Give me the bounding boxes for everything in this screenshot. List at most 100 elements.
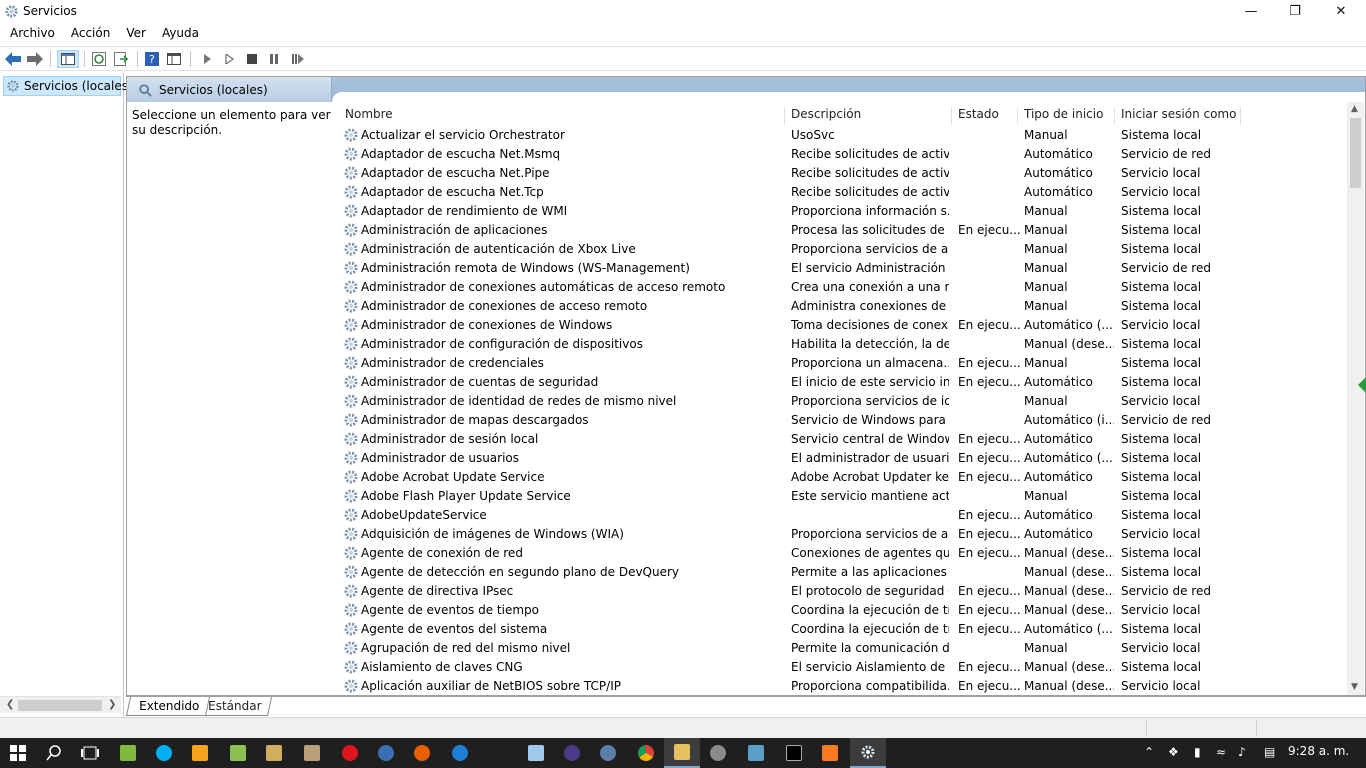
service-row[interactable]: Actualizar el servicio Orchestrator UsoSv… [339, 126, 1347, 145]
service-row[interactable]: Agente de conexión de red Conexiones de a… [339, 544, 1347, 563]
dropbox-icon[interactable]: ❖ [1168, 745, 1179, 759]
scroll-left-icon[interactable]: ❮ [6, 699, 14, 710]
skype-icon[interactable] [146, 738, 182, 768]
globe-icon[interactable] [368, 738, 404, 768]
service-row[interactable]: Administrador de identidad de redes de m… [339, 392, 1347, 411]
service-row[interactable]: AdobeUpdateService En ejecu... Automático S… [339, 506, 1347, 525]
xampp-icon[interactable] [812, 738, 848, 768]
service-row[interactable]: Adaptador de rendimiento de WMI Proporcio… [339, 202, 1347, 221]
column-nombre[interactable]: Nombre [339, 107, 785, 125]
minimize-button[interactable]: — [1228, 0, 1274, 23]
service-row[interactable]: Agente de detección en segundo plano de … [339, 563, 1347, 582]
forward-icon[interactable] [26, 50, 44, 68]
service-row[interactable]: Adquisición de imágenes de Windows (WIA)… [339, 525, 1347, 544]
scroll-thumb[interactable] [18, 700, 102, 711]
properties-icon[interactable] [165, 50, 183, 68]
service-row[interactable]: Aislamiento de claves CNG El servicio Ais… [339, 658, 1347, 677]
service-row[interactable]: Agente de eventos de tiempo Coordina la e… [339, 601, 1347, 620]
service-logon-as: Servicio de red [1121, 147, 1211, 161]
app-icon[interactable] [700, 738, 736, 768]
calculator-icon[interactable] [256, 738, 292, 768]
service-row[interactable]: Aplicación auxiliar de NetBIOS sobre TCP… [339, 677, 1347, 695]
export-list-icon[interactable] [112, 50, 130, 68]
service-row[interactable]: Administrador de credenciales Proporciona… [339, 354, 1347, 373]
column-estado[interactable]: Estado [952, 107, 1018, 125]
close-button[interactable]: ✕ [1318, 0, 1364, 23]
service-row[interactable]: Administrador de configuración de dispos… [339, 335, 1347, 354]
service-row[interactable]: Administrador de mapas descargados Servic… [339, 411, 1347, 430]
start-service-alt-icon[interactable] [220, 50, 238, 68]
chrome-icon[interactable] [628, 738, 664, 768]
service-row[interactable]: Administrador de conexiones automáticas … [339, 278, 1347, 297]
column-tipo-inicio[interactable]: Tipo de inicio [1018, 107, 1115, 125]
help-icon[interactable]: ? [143, 50, 161, 68]
service-logon-as: Sistema local [1121, 299, 1202, 313]
stop-service-icon[interactable] [243, 50, 261, 68]
service-row[interactable]: Administración remota de Windows (WS-Man… [339, 259, 1347, 278]
tree-item-servicios-locales[interactable]: Servicios (locales) [3, 76, 133, 96]
app2-icon[interactable] [738, 738, 774, 768]
service-row[interactable]: Administrador de conexiones de Windows To… [339, 316, 1347, 335]
menu-archivo[interactable]: Archivo [0, 23, 61, 44]
opera-icon[interactable] [332, 738, 368, 768]
list-vertical-scrollbar[interactable]: ▲ ▼ [1347, 102, 1364, 695]
search-icon[interactable] [36, 738, 72, 768]
notepad-icon[interactable] [294, 738, 330, 768]
service-row[interactable]: Agente de eventos del sistema Coordina la… [339, 620, 1347, 639]
vpn-icon[interactable] [590, 738, 626, 768]
volume-icon[interactable]: ♪ [1238, 745, 1246, 759]
menu-ver[interactable]: Ver [116, 23, 152, 44]
chevron-up-icon[interactable]: ⌃ [1144, 745, 1154, 759]
service-row[interactable]: Adobe Acrobat Update Service Adobe Acroba… [339, 468, 1347, 487]
scroll-up-icon[interactable]: ▲ [1351, 104, 1358, 114]
notes-icon[interactable] [518, 738, 554, 768]
clock[interactable]: 9:28 a. m. [1288, 744, 1349, 758]
service-row[interactable]: Administrador de cuentas de seguridad El … [339, 373, 1347, 392]
scroll-down-icon[interactable]: ▼ [1351, 682, 1358, 692]
file-manager-icon[interactable] [110, 738, 146, 768]
start-icon[interactable] [0, 738, 36, 768]
service-row[interactable]: Agrupación de red del mismo nivel Permite… [339, 639, 1347, 658]
menu-accion[interactable]: Acción [61, 23, 116, 44]
toolbar: ? [0, 46, 1366, 71]
tree-horizontal-scrollbar[interactable]: ❮ ❯ [0, 696, 121, 713]
service-name: Agrupación de red del mismo nivel [361, 641, 571, 655]
start-service-icon[interactable] [198, 50, 216, 68]
service-name: Agente de conexión de red [361, 546, 523, 560]
pause-service-icon[interactable] [265, 50, 283, 68]
task-view-icon[interactable] [72, 738, 108, 768]
scroll-thumb[interactable] [1350, 118, 1361, 188]
eclipse-icon[interactable] [554, 738, 590, 768]
service-row[interactable]: Administración de autenticación de Xbox … [339, 240, 1347, 259]
service-row[interactable]: Adaptador de escucha Net.Pipe Recibe soli… [339, 164, 1347, 183]
column-descripcion[interactable]: Descripción [785, 107, 952, 125]
notification-icon[interactable]: ▤ [1264, 745, 1275, 759]
restart-service-icon[interactable] [289, 50, 307, 68]
cmd-icon[interactable] [776, 738, 812, 768]
tab-estandar[interactable]: Estándar [195, 697, 273, 716]
android-icon[interactable] [220, 738, 256, 768]
service-row[interactable]: Adaptador de escucha Net.Tcp Recibe solic… [339, 183, 1347, 202]
service-row[interactable]: Adaptador de escucha Net.Msmq Recibe soli… [339, 145, 1347, 164]
service-row[interactable]: Adobe Flash Player Update Service Este se… [339, 487, 1347, 506]
refresh-icon[interactable] [90, 50, 108, 68]
column-iniciar-sesion[interactable]: Iniciar sesión como [1115, 107, 1241, 125]
media-player-icon[interactable] [182, 738, 218, 768]
edge-icon[interactable] [442, 738, 478, 768]
service-gear-icon [343, 241, 359, 257]
network-icon[interactable]: ≈ [1216, 745, 1226, 759]
firefox-icon[interactable] [404, 738, 440, 768]
show-hide-tree-icon[interactable] [57, 50, 79, 68]
scroll-right-icon[interactable]: ❯ [108, 699, 116, 710]
battery-icon[interactable]: ▮ [1194, 745, 1201, 759]
service-row[interactable]: Administrador de conexiones de acceso re… [339, 297, 1347, 316]
services-icon[interactable] [850, 738, 886, 768]
back-icon[interactable] [4, 50, 22, 68]
menu-ayuda[interactable]: Ayuda [152, 23, 205, 44]
service-row[interactable]: Administrador de usuarios El administrado… [339, 449, 1347, 468]
file-explorer-icon[interactable] [664, 738, 700, 768]
service-row[interactable]: Administrador de sesión local Servicio ce… [339, 430, 1347, 449]
service-row[interactable]: Administración de aplicaciones Procesa la… [339, 221, 1347, 240]
service-row[interactable]: Agente de directiva IPsec El protocolo de… [339, 582, 1347, 601]
restore-button[interactable]: ❐ [1272, 0, 1318, 23]
